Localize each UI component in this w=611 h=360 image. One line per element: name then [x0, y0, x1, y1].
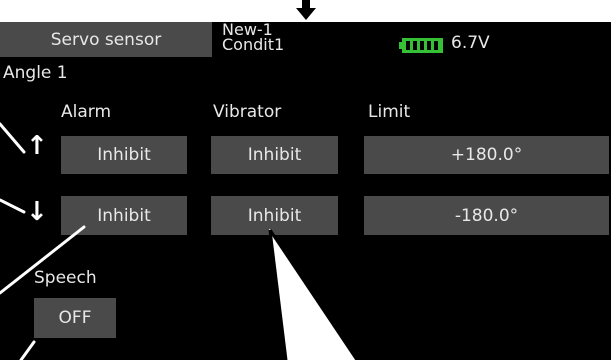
section-label: Angle 1 — [3, 63, 68, 83]
model-info: New-1 Condit1 — [222, 22, 285, 54]
arrow-down-icon: ↓ — [26, 197, 48, 227]
limit-up-button[interactable]: +180.0° — [364, 136, 609, 174]
pointer-arrow-icon — [296, 0, 316, 20]
battery-voltage: 6.7V — [451, 33, 490, 53]
speech-label: Speech — [34, 268, 97, 288]
vibrator-column-header: Vibrator — [213, 102, 282, 122]
page-title: Servo sensor — [0, 22, 212, 57]
vibrator-up-button[interactable]: Inhibit — [211, 136, 338, 174]
alarm-column-header: Alarm — [61, 102, 112, 122]
vibrator-down-button[interactable]: Inhibit — [211, 196, 338, 235]
limit-column-header: Limit — [368, 102, 411, 122]
alarm-up-button[interactable]: Inhibit — [61, 136, 187, 174]
limit-down-button[interactable]: -180.0° — [364, 196, 609, 235]
speech-toggle-button[interactable]: OFF — [34, 298, 116, 338]
battery-full-icon — [399, 38, 443, 53]
condition-name: Condit1 — [222, 35, 285, 54]
alarm-down-button[interactable]: Inhibit — [61, 196, 187, 235]
arrow-up-icon: ↑ — [26, 131, 48, 161]
